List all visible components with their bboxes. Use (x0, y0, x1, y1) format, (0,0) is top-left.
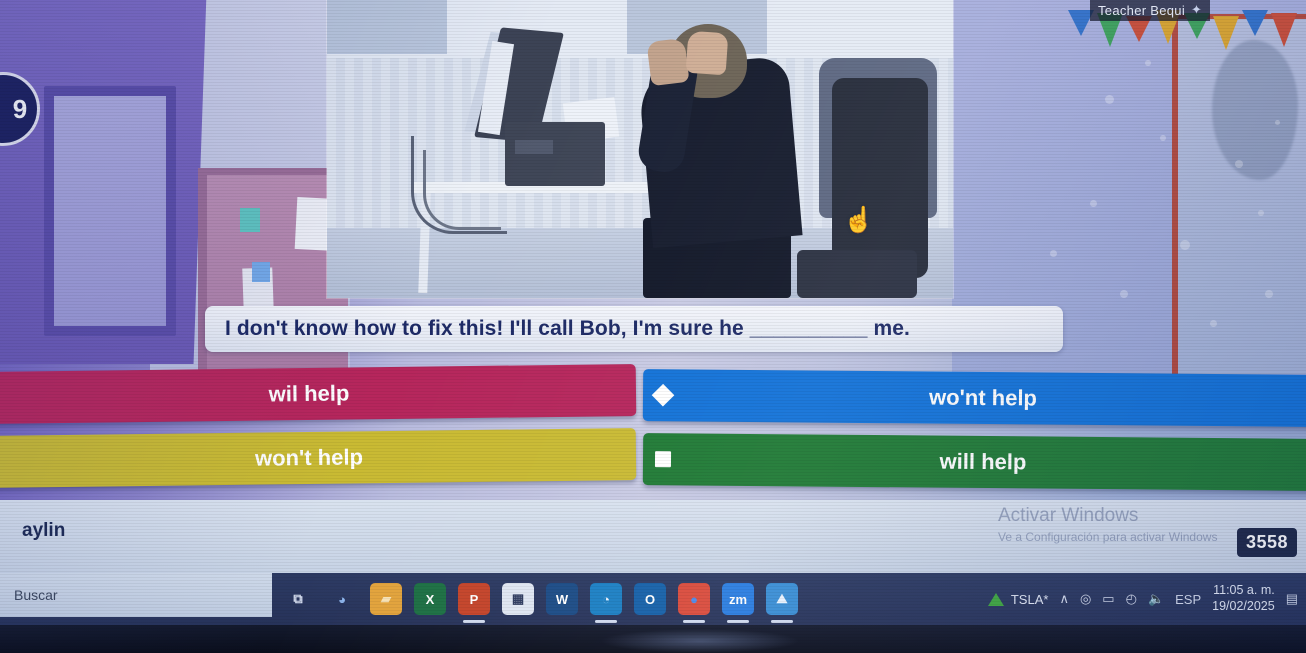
answer-label-3: won't help (254, 444, 364, 471)
system-tray: TSLA* ∧ ◎ ▭ ◴ 🔈 ESP 11:05 a. m. 19/02/20… (987, 573, 1298, 625)
clock-time: 11:05 a. m. (1213, 583, 1275, 598)
zoom-icon[interactable]: zm (722, 583, 754, 623)
arrow-up-icon (987, 592, 1004, 606)
question-image: ☝ (327, 0, 953, 298)
camera-icon[interactable]: ◎ (1080, 591, 1091, 607)
file-explorer-icon[interactable]: ▰ (370, 583, 402, 615)
stock-label: TSLA* (1010, 591, 1049, 607)
search-placeholder: Buscar (14, 587, 58, 603)
stock-ticker[interactable]: TSLA* (987, 591, 1049, 607)
photos-icon[interactable]: ⛰ (766, 583, 798, 623)
task-view-icon[interactable]: ⧉ (282, 583, 314, 615)
search-input[interactable]: Buscar (0, 573, 272, 617)
answer-option-2[interactable]: wo'nt help (642, 369, 1306, 427)
monitor-bezel (0, 625, 1306, 653)
score-badge: 3558 (1237, 528, 1298, 557)
answer-label-4: will help (939, 448, 1027, 475)
teacher-label: Teacher Bequi ✦ (1090, 0, 1211, 21)
watermark-title: Activar Windows (998, 505, 1139, 526)
answer-options: wil help wo'nt help won't help will help (0, 360, 1306, 496)
quiz-screen: 9 ☝ I don't know how to fix this! I'll c… (0, 0, 1306, 573)
pennant-flag (1213, 16, 1239, 50)
microsoft-store-icon[interactable]: ▦ (502, 583, 534, 615)
player-name: aylin (22, 520, 66, 541)
word-icon[interactable]: W (546, 583, 578, 615)
screen-photo: 9 ☝ I don't know how to fix this! I'll c… (0, 0, 1306, 653)
clock-date: 19/02/2025 (1212, 599, 1275, 613)
powerpoint-icon[interactable]: P (458, 583, 490, 623)
question-banner: I don't know how to fix this! I'll call … (205, 306, 1063, 352)
battery-icon[interactable]: ▭ (1102, 591, 1114, 607)
square-icon (654, 451, 672, 468)
windows-taskbar: Buscar ⧉ ◕ ▰ X P ▦ W ◔ O ● zm ⛰ TSLA* ∧ ◎ ▭ ◴ 🔈 ESP… (0, 573, 1306, 625)
answer-label-1: wil help (268, 380, 350, 407)
answer-option-1[interactable]: wil help (0, 364, 637, 424)
hand-cursor-icon: ☝ (843, 206, 875, 234)
answer-option-3[interactable]: won't help (0, 428, 637, 488)
classroom-window-left (44, 86, 176, 336)
pennant-flag (1242, 10, 1268, 36)
clock[interactable]: 11:05 a. m. 19/02/2025 (1212, 583, 1275, 614)
taskbar-app-icons: ⧉ ◕ ▰ X P ▦ W ◔ O ● zm ⛰ (282, 573, 798, 625)
diamond-icon (651, 383, 675, 407)
outlook-icon[interactable]: O (634, 583, 666, 615)
copilot-icon[interactable]: ◕ (326, 583, 358, 615)
chevron-up-icon[interactable]: ∧ (1059, 591, 1069, 607)
wifi-icon[interactable]: ◴ (1126, 591, 1137, 607)
player-bar: aylin Activar Windows Ve a Configuración… (0, 500, 1306, 573)
answer-option-4[interactable]: will help (642, 433, 1306, 491)
pennant-flag (1271, 13, 1297, 47)
edge-icon[interactable]: ◔ (590, 583, 622, 623)
sticky-note-teal (240, 208, 260, 232)
question-text: I don't know how to fix this! I'll call … (225, 317, 910, 340)
volume-icon[interactable]: 🔈 (1148, 591, 1164, 607)
sticky-note-blue (252, 262, 270, 282)
excel-icon[interactable]: X (414, 583, 446, 615)
chrome-icon[interactable]: ● (678, 583, 710, 623)
answer-label-2: wo'nt help (928, 384, 1038, 411)
teacher-name: Teacher Bequi (1098, 2, 1186, 18)
sparkle-icon: ✦ (1191, 2, 1203, 17)
notifications-icon[interactable]: ▤ (1286, 591, 1298, 607)
language-indicator[interactable]: ESP (1175, 592, 1201, 607)
